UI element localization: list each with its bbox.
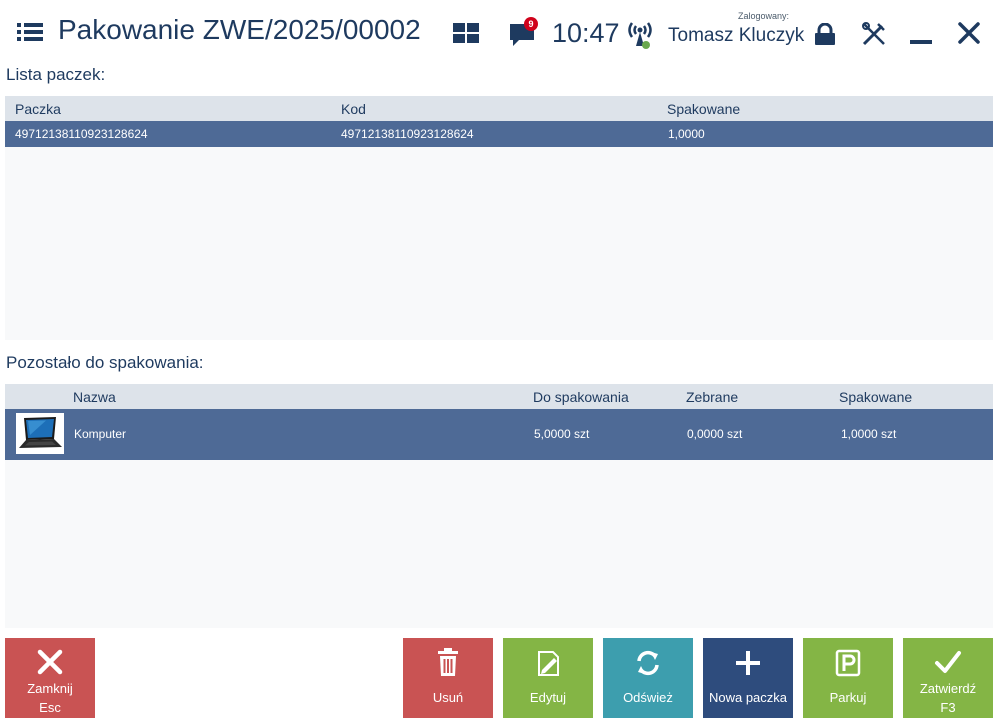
column-header-package: Paczka xyxy=(15,101,61,117)
refresh-button-label: Odśwież xyxy=(623,690,673,705)
packages-table: Paczka Kod Spakowane 4971213811092312862… xyxy=(5,96,993,340)
close-icon[interactable] xyxy=(957,21,981,45)
column-header-to-pack: Do spakowania xyxy=(533,389,629,405)
refresh-button[interactable]: Odśwież xyxy=(603,638,693,718)
new-package-button-label: Nowa paczka xyxy=(708,690,788,705)
clock: 10:47 xyxy=(552,18,620,48)
connection-signal-icon[interactable] xyxy=(627,20,653,50)
table-row[interactable]: 49712138110923128624 4971213811092312862… xyxy=(5,121,993,147)
close-x-icon xyxy=(37,649,63,675)
park-button[interactable]: Parkuj xyxy=(803,638,893,718)
refresh-icon xyxy=(637,650,659,676)
menu-icon[interactable] xyxy=(17,22,43,42)
user-name: Tomasz Kluczyk xyxy=(668,25,805,46)
minimize-icon[interactable] xyxy=(909,24,933,46)
lock-icon[interactable] xyxy=(813,23,837,45)
new-package-button[interactable]: Nowa paczka xyxy=(703,638,793,718)
packed-cell: 1,0000 szt xyxy=(841,427,897,441)
close-button[interactable]: Zamknij Esc xyxy=(5,638,95,718)
checkmark-icon xyxy=(935,651,961,673)
settings-tools-icon[interactable] xyxy=(861,21,887,47)
edit-button[interactable]: Edytuj xyxy=(503,638,593,718)
edit-document-icon xyxy=(538,651,559,676)
edit-button-label: Edytuj xyxy=(529,690,567,705)
name-cell: Komputer xyxy=(74,427,127,441)
column-header-code: Kod xyxy=(341,101,366,117)
logged-in-label: Zalogowany: xyxy=(738,11,790,21)
laptop-thumbnail xyxy=(16,413,64,454)
package-cell: 49712138110923128624 xyxy=(15,127,148,141)
laptop-icon xyxy=(16,413,64,454)
packages-table-header: Paczka Kod Spakowane xyxy=(5,96,993,121)
confirm-button-shortcut: F3 xyxy=(940,700,956,715)
top-bar: Pakowanie ZWE/2025/00002 9 10:47 Zalogow… xyxy=(0,0,1000,64)
column-header-packed: Spakowane xyxy=(839,389,913,405)
column-header-packed: Spakowane xyxy=(667,101,741,117)
code-cell: 49712138110923128624 xyxy=(341,127,474,141)
remaining-table-header: Nazwa Do spakowania Zebrane Spakowane xyxy=(5,384,993,409)
remaining-table: Nazwa Do spakowania Zebrane Spakowane Ko… xyxy=(5,384,993,628)
packed-cell: 1,0000 xyxy=(668,127,705,141)
to-pack-cell: 5,0000 szt xyxy=(534,427,590,441)
dashboard-grid-icon[interactable] xyxy=(453,23,479,43)
delete-button-label: Usuń xyxy=(432,690,464,705)
plus-icon xyxy=(736,651,760,675)
confirm-button[interactable]: Zatwierdź F3 xyxy=(903,638,993,718)
parking-icon xyxy=(835,649,861,677)
close-button-shortcut: Esc xyxy=(39,700,61,715)
close-button-label: Zamknij xyxy=(27,681,73,696)
delete-button[interactable]: Usuń xyxy=(403,638,493,718)
packages-section-label: Lista paczek: xyxy=(6,65,106,84)
collected-cell: 0,0000 szt xyxy=(687,427,743,441)
column-header-name: Nazwa xyxy=(73,389,116,405)
park-button-label: Parkuj xyxy=(829,690,867,705)
notification-badge: 9 xyxy=(524,17,538,31)
trash-icon xyxy=(438,648,458,676)
page-title: Pakowanie ZWE/2025/00002 xyxy=(58,14,421,45)
confirm-button-label: Zatwierdź xyxy=(919,681,977,696)
column-header-collected: Zebrane xyxy=(686,389,739,405)
remaining-section-label: Pozostało do spakowania: xyxy=(6,353,204,372)
table-row[interactable]: Komputer 5,0000 szt 0,0000 szt 1,0000 sz… xyxy=(5,409,993,460)
